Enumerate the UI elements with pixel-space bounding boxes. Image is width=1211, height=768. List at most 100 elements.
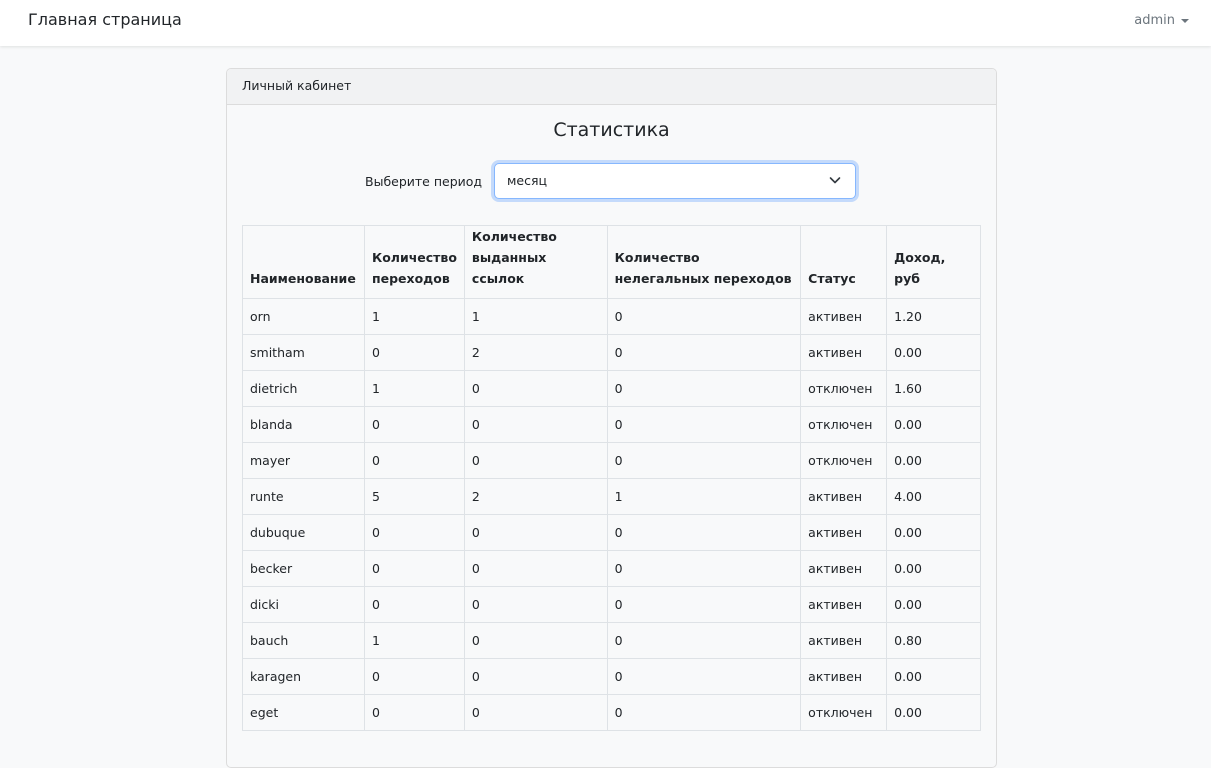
- cell-issued-links: 1: [463, 298, 608, 335]
- cell-illegal-transitions: 0: [606, 370, 802, 407]
- header-transitions: Количество переходов: [363, 225, 465, 299]
- cell-status: активен: [800, 550, 888, 587]
- cell-issued-links: 2: [463, 334, 608, 371]
- cell-transitions: 1: [363, 622, 465, 659]
- cell-issued-links: 0: [463, 514, 608, 551]
- cell-name: blanda: [242, 406, 365, 443]
- cell-status: активен: [800, 514, 888, 551]
- cell-transitions: 5: [363, 478, 465, 515]
- table-row: becker 0 0 0 активен 0.00: [242, 550, 981, 587]
- table-row: eget 0 0 0 отключен 0.00: [242, 694, 981, 731]
- user-menu-dropdown[interactable]: admin: [1134, 13, 1189, 28]
- cell-name: dietrich: [242, 370, 365, 407]
- cell-status: активен: [800, 622, 888, 659]
- period-selected-value: месяц: [507, 173, 548, 188]
- header-issued-links: Количество выданных ссылок: [463, 225, 608, 299]
- cell-status: отключен: [800, 406, 888, 443]
- cell-issued-links: 0: [463, 370, 608, 407]
- cell-status: активен: [800, 478, 888, 515]
- cell-income: 0.00: [886, 442, 981, 479]
- cell-illegal-transitions: 0: [606, 406, 802, 443]
- brand-link[interactable]: Главная страница: [28, 10, 182, 29]
- header-income: Доход, руб: [886, 225, 981, 299]
- cell-issued-links: 0: [463, 442, 608, 479]
- cell-illegal-transitions: 0: [606, 550, 802, 587]
- cell-name: mayer: [242, 442, 365, 479]
- cell-issued-links: 0: [463, 694, 608, 731]
- table-row: dubuque 0 0 0 активен 0.00: [242, 514, 981, 551]
- cell-illegal-transitions: 1: [606, 478, 802, 515]
- period-label: Выберите период: [365, 174, 483, 189]
- cell-income: 0.00: [886, 658, 981, 695]
- cell-illegal-transitions: 0: [606, 586, 802, 623]
- cell-illegal-transitions: 0: [606, 514, 802, 551]
- cell-name: dicki: [242, 586, 365, 623]
- cell-issued-links: 0: [463, 586, 608, 623]
- account-card: Личный кабинет Статистика Выберите перио…: [226, 68, 997, 768]
- cell-transitions: 0: [363, 586, 465, 623]
- cell-issued-links: 0: [463, 622, 608, 659]
- cell-transitions: 0: [363, 658, 465, 695]
- table-row: blanda 0 0 0 отключен 0.00: [242, 406, 981, 443]
- table-body: orn 1 1 0 активен 1.20 smitham 0 2 0 активен 0.00 di…: [242, 298, 981, 731]
- cell-income: 0.00: [886, 550, 981, 587]
- cell-name: eget: [242, 694, 365, 731]
- statistics-table: Наименование Количество переходов Количе…: [242, 225, 981, 731]
- cell-transitions: 0: [363, 334, 465, 371]
- cell-status: отключен: [800, 442, 888, 479]
- cell-name: dubuque: [242, 514, 365, 551]
- card-header: Личный кабинет: [227, 69, 996, 105]
- table-header-row: Наименование Количество переходов Количе…: [242, 225, 981, 299]
- cell-name: karagen: [242, 658, 365, 695]
- cell-issued-links: 0: [463, 406, 608, 443]
- user-name: admin: [1134, 13, 1175, 28]
- cell-illegal-transitions: 0: [606, 334, 802, 371]
- cell-name: smitham: [242, 334, 365, 371]
- cell-income: 4.00: [886, 478, 981, 515]
- table-row: mayer 0 0 0 отключен 0.00: [242, 442, 981, 479]
- table-row: bauch 1 0 0 активен 0.80: [242, 622, 981, 659]
- cell-illegal-transitions: 0: [606, 622, 802, 659]
- cell-income: 0.00: [886, 334, 981, 371]
- cell-transitions: 0: [363, 406, 465, 443]
- cell-transitions: 0: [363, 694, 465, 731]
- cell-name: runte: [242, 478, 365, 515]
- top-navbar: Главная страница admin: [0, 0, 1211, 46]
- cell-transitions: 1: [363, 370, 465, 407]
- cell-status: активен: [800, 658, 888, 695]
- cell-income: 0.00: [886, 694, 981, 731]
- cell-income: 0.00: [886, 406, 981, 443]
- table-row: orn 1 1 0 активен 1.20: [242, 298, 981, 335]
- cell-transitions: 1: [363, 298, 465, 335]
- cell-transitions: 0: [363, 514, 465, 551]
- page-title: Статистика: [553, 119, 670, 141]
- cell-issued-links: 0: [463, 658, 608, 695]
- cell-transitions: 0: [363, 442, 465, 479]
- period-select[interactable]: месяц: [494, 163, 856, 199]
- cell-status: активен: [800, 334, 888, 371]
- header-illegal-transitions: Количество нелегальных переходов: [606, 225, 802, 299]
- cell-issued-links: 2: [463, 478, 608, 515]
- cell-illegal-transitions: 0: [606, 298, 802, 335]
- cell-illegal-transitions: 0: [606, 442, 802, 479]
- caret-down-icon: [1181, 19, 1189, 23]
- cell-transitions: 0: [363, 550, 465, 587]
- cell-issued-links: 0: [463, 550, 608, 587]
- table-row: dietrich 1 0 0 отключен 1.60: [242, 370, 981, 407]
- cell-status: активен: [800, 298, 888, 335]
- cell-name: orn: [242, 298, 365, 335]
- cell-name: bauch: [242, 622, 365, 659]
- cell-income: 0.00: [886, 514, 981, 551]
- cell-status: активен: [800, 586, 888, 623]
- cell-income: 1.60: [886, 370, 981, 407]
- header-status: Статус: [800, 225, 888, 299]
- cell-status: отключен: [800, 370, 888, 407]
- cell-illegal-transitions: 0: [606, 658, 802, 695]
- cell-income: 1.20: [886, 298, 981, 335]
- cell-name: becker: [242, 550, 365, 587]
- cell-income: 0.80: [886, 622, 981, 659]
- table-row: karagen 0 0 0 активен 0.00: [242, 658, 981, 695]
- cell-status: отключен: [800, 694, 888, 731]
- cell-income: 0.00: [886, 586, 981, 623]
- cell-illegal-transitions: 0: [606, 694, 802, 731]
